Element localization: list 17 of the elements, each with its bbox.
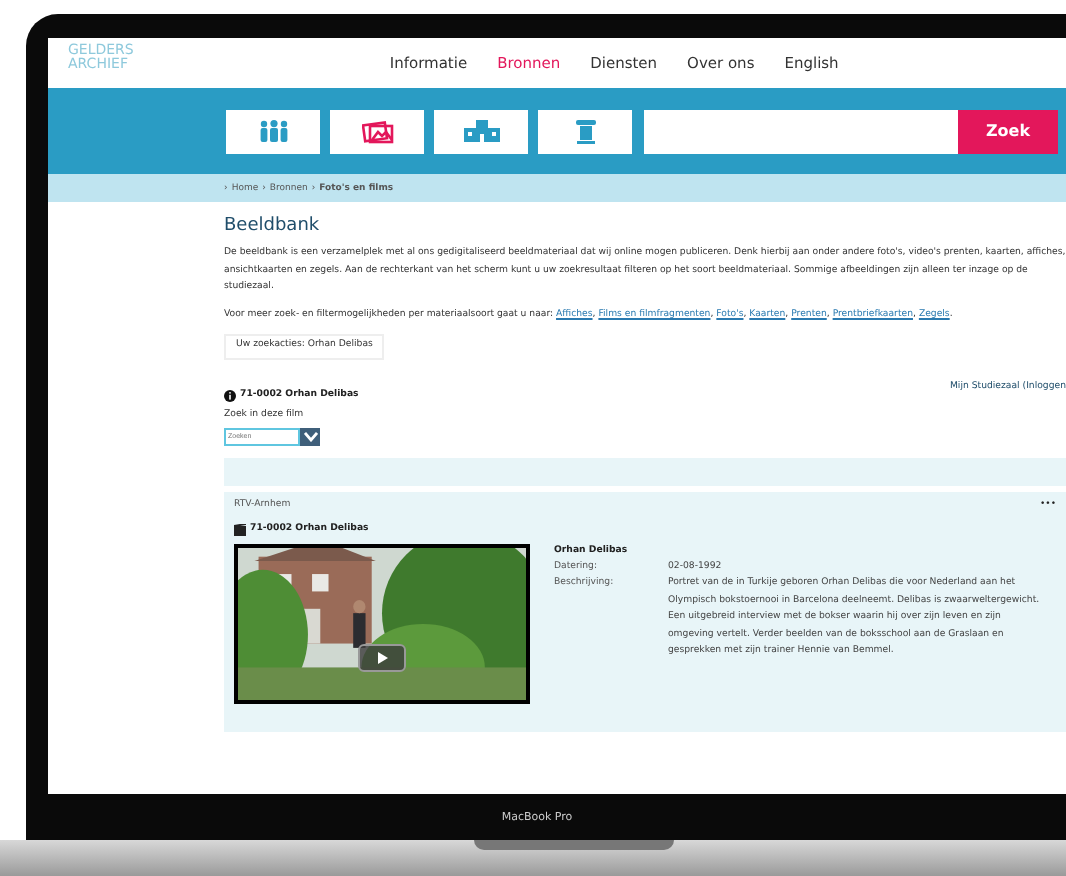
play-button[interactable]: [358, 643, 406, 671]
column-icon: [575, 119, 595, 143]
category-button[interactable]: [538, 109, 632, 153]
people-icon: [257, 120, 289, 142]
search-button[interactable]: Zoek: [958, 109, 1058, 153]
photos-icon: [361, 119, 393, 143]
category-button[interactable]: [226, 109, 320, 153]
play-icon: [377, 651, 387, 663]
dropdown-button[interactable]: [300, 427, 320, 445]
chevron-down-icon: [303, 431, 317, 441]
film-icon: [234, 524, 246, 537]
category-button[interactable]: [330, 109, 424, 153]
page-title: Beeldbank: [224, 214, 322, 238]
building-icon: [463, 120, 499, 142]
info-icon: [224, 389, 236, 402]
category-button[interactable]: [434, 109, 528, 153]
search-field[interactable]: [644, 109, 958, 153]
